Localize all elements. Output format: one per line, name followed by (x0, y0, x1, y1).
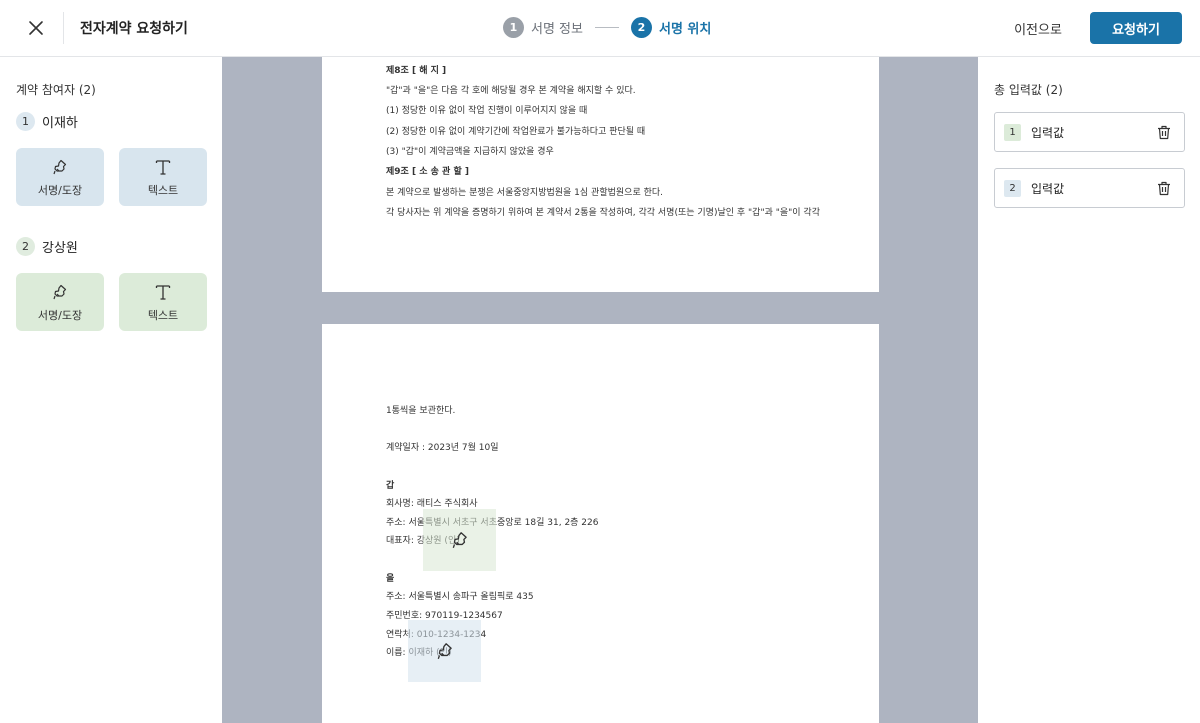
document-text: (2) 정당한 이유 없이 계약기간에 작업완료가 불가능하다고 판단될 때 (386, 127, 646, 137)
document-page-1: 제8조 [ 해 지 ] "갑"과 "을"은 다음 각 호에 해당될 경우 본 계… (322, 57, 879, 292)
participant-name: 이재하 (42, 116, 78, 131)
signature-placement-2[interactable] (408, 620, 481, 682)
document-text: 1통씩을 보관한다. (386, 406, 456, 416)
step-connector (594, 27, 619, 28)
party-label: 갑 (386, 481, 395, 491)
document-text: 주소: 서울특별시 송파구 올림픽로 435 (386, 592, 534, 602)
close-button[interactable] (22, 14, 50, 42)
participant-1-signature-tool[interactable]: 서명/도장 (16, 148, 104, 206)
document-text: (1) 정당한 이유 없이 작업 진행이 이루어지지 않을 때 (386, 106, 588, 116)
inputs-heading: 총 입력값 (2) (994, 83, 1063, 97)
participant-number: 1 (16, 112, 35, 131)
contract-date: 계약일자 : 2023년 7월 10일 (386, 443, 499, 453)
clause-heading: 제9조 [ 소 송 관 할 ] (386, 167, 469, 177)
participant-1: 1 이재하 (16, 112, 78, 131)
participant-2-signature-tool[interactable]: 서명/도장 (16, 273, 104, 331)
document-text: 회사명: 래티스 주식회사 (386, 499, 478, 509)
document-viewer[interactable]: 제8조 [ 해 지 ] "갑"과 "을"은 다음 각 호에 해당될 경우 본 계… (222, 57, 978, 723)
step-2-number: 2 (630, 17, 652, 38)
document-page-2: 1통씩을 보관한다. 계약일자 : 2023년 7월 10일 갑 회사명: 래티… (322, 324, 879, 723)
signature-placement-1[interactable] (423, 509, 496, 571)
tool-label: 텍스트 (147, 308, 179, 322)
input-label: 입력값 (1031, 181, 1065, 196)
input-number: 1 (1004, 123, 1021, 141)
input-number: 2 (1004, 179, 1021, 197)
text-icon (153, 157, 173, 177)
stamp-icon (50, 157, 70, 177)
participant-number: 2 (16, 237, 35, 256)
text-icon (153, 282, 173, 302)
stamp-icon (50, 282, 70, 302)
participant-name: 강상원 (42, 241, 78, 256)
close-icon (29, 21, 43, 35)
page-title: 전자계약 요청하기 (80, 21, 188, 37)
participant-2: 2 강상원 (16, 237, 78, 256)
input-item-2[interactable]: 2 입력값 (994, 168, 1185, 208)
trash-icon (1158, 181, 1170, 195)
party-label: 을 (386, 574, 395, 584)
delete-input-button[interactable] (1156, 124, 1172, 140)
participants-heading: 계약 참여자 (2) (16, 83, 96, 97)
clause-heading: 제8조 [ 해 지 ] (386, 66, 447, 76)
header-divider (63, 12, 64, 44)
request-button[interactable]: 요청하기 (1090, 12, 1182, 44)
document-text: (3) "갑"이 계약금액을 지급하지 않았을 경우 (386, 147, 554, 157)
document-text: 각 당사자는 위 계약을 증명하기 위하여 본 계약서 2통을 작성하여, 각각… (386, 208, 820, 218)
top-bar: 전자계약 요청하기 1 서명 정보 2 서명 위치 이전으로 요청하기 (0, 0, 1200, 57)
tool-label: 텍스트 (147, 183, 179, 197)
participant-2-text-tool[interactable]: 텍스트 (119, 273, 207, 331)
stepper: 1 서명 정보 2 서명 위치 (503, 17, 711, 38)
stamp-icon (437, 643, 452, 659)
inputs-panel: 총 입력값 (2) 1 입력값 2 입력값 (978, 57, 1200, 723)
input-item-1[interactable]: 1 입력값 (994, 112, 1185, 152)
previous-button[interactable]: 이전으로 (1000, 12, 1076, 44)
tool-label: 서명/도장 (37, 308, 83, 322)
delete-input-button[interactable] (1156, 180, 1172, 196)
input-label: 입력값 (1031, 125, 1065, 140)
participant-1-text-tool[interactable]: 텍스트 (119, 148, 207, 206)
document-text: 본 계약으로 발생하는 분쟁은 서울중앙지방법원을 1심 관할법원으로 한다. (386, 188, 664, 198)
participants-panel: 계약 참여자 (2) 1 이재하 서명/도장 텍스트 2 강상원 서명/도장 텍… (0, 57, 222, 723)
step-1-label[interactable]: 서명 정보 (531, 18, 583, 37)
step-1-number: 1 (503, 17, 524, 38)
step-2-label[interactable]: 서명 위치 (659, 18, 711, 37)
trash-icon (1158, 125, 1170, 139)
document-text: "갑"과 "을"은 다음 각 호에 해당될 경우 본 계약을 해지할 수 있다. (386, 86, 636, 96)
stamp-icon (452, 532, 467, 548)
tool-label: 서명/도장 (37, 183, 83, 197)
